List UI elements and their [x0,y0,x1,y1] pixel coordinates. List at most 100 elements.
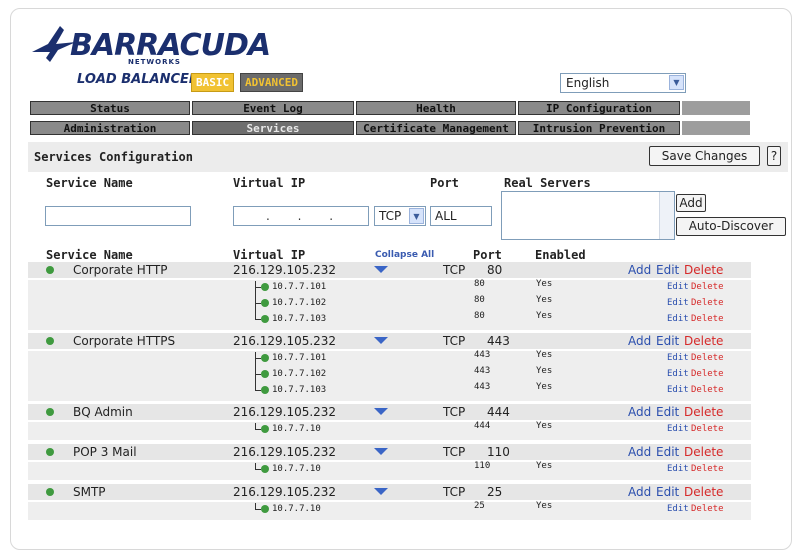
delete-service-link[interactable]: Delete [684,485,723,499]
delete-service-link[interactable]: Delete [684,334,723,348]
tab-event-log[interactable]: Event Log [192,101,354,115]
mode-tab-advanced[interactable]: ADVANCED [240,73,303,92]
language-select[interactable]: English ▼ [560,73,686,93]
service-protocol: TCP [443,445,466,459]
real-server-group [28,462,751,480]
add-server-link[interactable]: Add [628,263,651,277]
delete-service-link[interactable]: Delete [684,263,723,277]
tab-ip-configuration[interactable]: IP Configuration [518,101,680,115]
service-vip: 216.129.105.232 [233,334,337,348]
protocol-value: TCP [379,209,402,223]
status-dot-icon [261,386,269,394]
edit-service-link[interactable]: Edit [656,334,679,348]
real-server-port: 444 [474,421,491,431]
real-server-enabled: Yes [536,279,553,289]
add-server-link[interactable]: Add [628,445,651,459]
collapse-all-link[interactable]: Collapse All [375,250,434,260]
save-changes-button[interactable]: Save Changes [649,146,760,166]
collapse-triangle-icon[interactable] [374,408,388,415]
status-dot-icon [46,488,54,496]
real-servers-textarea[interactable] [501,191,675,240]
col-header-port: Port [473,248,502,262]
real-server-port: 80 [474,279,485,289]
port-input[interactable]: ALL [430,206,492,226]
tab-intrusion-prevention[interactable]: Intrusion Prevention [518,121,680,135]
delete-server-link[interactable]: Delete [691,314,724,324]
virtual-ip-input[interactable]: . . . [233,206,369,226]
mode-tab-basic[interactable]: BASIC [191,73,235,92]
edit-service-link[interactable]: Edit [656,485,679,499]
edit-server-link[interactable]: Edit [667,504,689,514]
brand-networks-text: NETWORKS [128,58,181,66]
delete-server-link[interactable]: Delete [691,385,724,395]
edit-server-link[interactable]: Edit [667,424,689,434]
collapse-triangle-icon[interactable] [374,448,388,455]
delete-server-link[interactable]: Delete [691,353,724,363]
edit-server-link[interactable]: Edit [667,314,689,324]
real-server-port: 80 [474,311,485,321]
add-server-button[interactable]: Add [676,194,706,212]
protocol-select[interactable]: TCP ▼ [374,206,426,226]
delete-service-link[interactable]: Delete [684,405,723,419]
real-server-group [28,351,751,401]
edit-service-link[interactable]: Edit [656,405,679,419]
edit-server-link[interactable]: Edit [667,464,689,474]
real-server-ip: 10.7.7.103 [272,385,327,395]
col-header-enabled: Enabled [535,248,586,262]
delete-server-link[interactable]: Delete [691,464,724,474]
add-server-link[interactable]: Add [628,485,651,499]
service-name: SMTP [73,485,106,499]
tab-status[interactable]: Status [30,101,190,115]
tab-services[interactable]: Services [192,121,354,135]
ip-placeholder: . . . [266,209,346,223]
auto-discover-button[interactable]: Auto-Discover [676,217,786,236]
service-name: Corporate HTTP [73,263,168,277]
chevron-down-icon: ▼ [669,75,684,90]
collapse-triangle-icon[interactable] [374,488,388,495]
tab-certificate-management[interactable]: Certificate Management [356,121,516,135]
real-server-enabled: Yes [536,311,553,321]
edit-server-link[interactable]: Edit [667,353,689,363]
real-server-enabled: Yes [536,501,553,511]
real-server-port: 80 [474,295,485,305]
collapse-triangle-icon[interactable] [374,266,388,273]
service-protocol: TCP [443,485,466,499]
real-server-ip: 10.7.7.101 [272,282,327,292]
service-port: 25 [487,485,503,499]
help-button[interactable]: ? [767,146,781,166]
add-server-link[interactable]: Add [628,405,651,419]
form-header-virtual-ip: Virtual IP [233,176,306,190]
textarea-scrollbar[interactable] [659,192,674,239]
real-server-port: 443 [474,382,491,392]
edit-server-link[interactable]: Edit [667,298,689,308]
service-protocol: TCP [443,405,466,419]
add-server-link[interactable]: Add [628,334,651,348]
edit-service-link[interactable]: Edit [656,445,679,459]
chevron-down-icon: ▼ [409,208,424,224]
service-port: 444 [487,405,510,419]
delete-server-link[interactable]: Delete [691,282,724,292]
edit-server-link[interactable]: Edit [667,385,689,395]
service-name: Corporate HTTPS [73,334,176,348]
delete-service-link[interactable]: Delete [684,445,723,459]
edit-server-link[interactable]: Edit [667,369,689,379]
form-header-service-name: Service Name [46,176,133,190]
edit-service-link[interactable]: Edit [656,263,679,277]
delete-server-link[interactable]: Delete [691,424,724,434]
tab-health[interactable]: Health [356,101,516,115]
collapse-triangle-icon[interactable] [374,337,388,344]
real-server-port: 443 [474,350,491,360]
page-title: Services Configuration [34,150,193,164]
tab-administration[interactable]: Administration [30,121,190,135]
form-header-real-servers: Real Servers [504,176,591,190]
edit-server-link[interactable]: Edit [667,282,689,292]
status-dot-icon [46,337,54,345]
delete-server-link[interactable]: Delete [691,369,724,379]
service-name-input[interactable] [45,206,191,226]
delete-server-link[interactable]: Delete [691,298,724,308]
status-dot-icon [261,425,269,433]
real-server-group [28,422,751,440]
delete-server-link[interactable]: Delete [691,504,724,514]
form-header-port: Port [430,176,459,190]
real-server-port: 443 [474,366,491,376]
